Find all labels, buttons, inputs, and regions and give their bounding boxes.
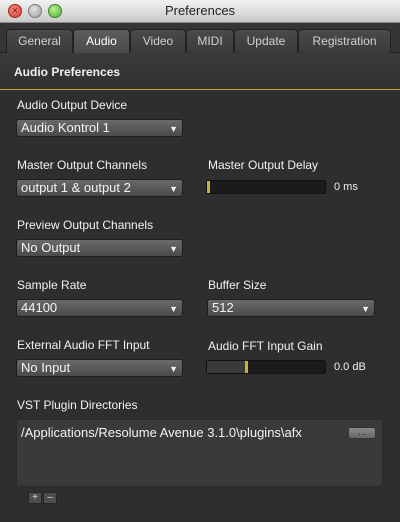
vst-plugin-directories-label: VST Plugin Directories <box>17 398 138 412</box>
master-output-delay-slider[interactable] <box>206 180 326 194</box>
fft-input-gain-value: 0.0 dB <box>334 361 366 373</box>
chevron-down-icon: ▼ <box>169 124 178 134</box>
sample-rate-label: Sample Rate <box>17 278 87 292</box>
section-header: Audio Preferences <box>0 53 400 90</box>
audio-output-device-value: Audio Kontrol 1 <box>21 120 110 135</box>
tab-general[interactable]: General <box>6 29 73 53</box>
fft-input-gain-slider[interactable] <box>206 360 326 374</box>
tab-midi[interactable]: MIDI <box>186 29 234 53</box>
chevron-down-icon: ▼ <box>169 304 178 314</box>
sample-rate-select[interactable]: 44100 ▼ <box>16 299 183 317</box>
master-output-channels-select[interactable]: output 1 & output 2 ▼ <box>16 179 183 197</box>
master-output-channels-label: Master Output Channels <box>17 158 148 172</box>
window-title: Preferences <box>164 3 236 18</box>
chevron-down-icon: ▼ <box>361 304 370 314</box>
tab-bar: General Audio Video MIDI Update Registra… <box>0 23 400 53</box>
external-fft-input-select[interactable]: No Input ▼ <box>16 359 183 377</box>
browse-button[interactable]: ... <box>348 427 376 439</box>
fft-input-gain-label: Audio FFT Input Gain <box>208 339 323 353</box>
master-output-delay-label: Master Output Delay <box>208 158 319 172</box>
title-bar: × Preferences <box>0 0 400 23</box>
vst-directory-list[interactable]: /Applications/Resolume Avenue 3.1.0\plug… <box>16 419 383 487</box>
buffer-size-select[interactable]: 512 ▼ <box>207 299 375 317</box>
tab-video[interactable]: Video <box>130 29 186 53</box>
tab-update[interactable]: Update <box>234 29 298 53</box>
chevron-down-icon: ▼ <box>169 184 178 194</box>
audio-output-device-select[interactable]: Audio Kontrol 1 ▼ <box>16 119 183 137</box>
tab-registration[interactable]: Registration <box>298 29 391 53</box>
audio-output-device-label: Audio Output Device <box>17 98 128 112</box>
tab-audio[interactable]: Audio <box>73 29 130 53</box>
master-output-channels-value: output 1 & output 2 <box>21 180 131 195</box>
sample-rate-value: 44100 <box>21 300 58 315</box>
preview-output-channels-label: Preview Output Channels <box>17 218 154 232</box>
section-title: Audio Preferences <box>14 65 121 79</box>
buffer-size-value: 512 <box>212 300 234 315</box>
preview-output-channels-value: No Output <box>21 240 81 255</box>
external-fft-input-value: No Input <box>21 360 71 375</box>
external-fft-input-label: External Audio FFT Input <box>17 338 150 352</box>
add-directory-button[interactable]: + <box>28 492 42 504</box>
slider-thumb[interactable] <box>207 181 210 193</box>
remove-directory-button[interactable]: – <box>43 492 57 504</box>
preview-output-channels-select[interactable]: No Output ▼ <box>16 239 183 257</box>
vst-directory-path[interactable]: /Applications/Resolume Avenue 3.1.0\plug… <box>21 425 302 440</box>
chevron-down-icon: ▼ <box>169 364 178 374</box>
buffer-size-label: Buffer Size <box>208 278 267 292</box>
chevron-down-icon: ▼ <box>169 244 178 254</box>
master-output-delay-value: 0 ms <box>334 181 358 193</box>
slider-fill <box>207 361 245 373</box>
slider-thumb[interactable] <box>245 361 248 373</box>
